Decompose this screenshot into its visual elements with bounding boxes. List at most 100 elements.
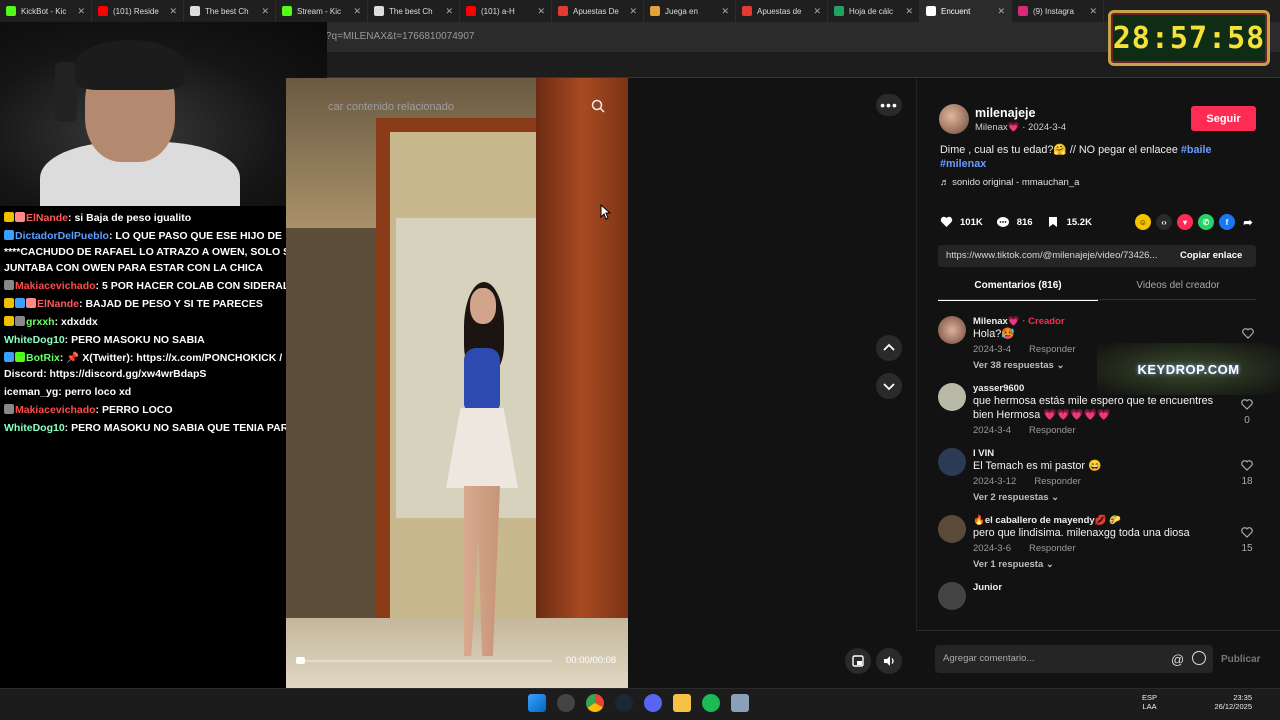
close-icon[interactable]: ✕ xyxy=(445,6,453,17)
previous-video-button[interactable] xyxy=(876,335,902,361)
browser-tab[interactable]: Apuestas De ✕ xyxy=(552,0,644,22)
close-icon[interactable]: ✕ xyxy=(813,6,821,17)
close-icon[interactable]: ✕ xyxy=(537,6,545,17)
commenter-name[interactable]: 🔥el caballero de mayendy💋 🌮 xyxy=(973,515,1121,526)
close-icon[interactable]: ✕ xyxy=(629,6,637,17)
comment-like-button[interactable]: 0 xyxy=(1240,397,1254,426)
chat-username[interactable]: iceman_yg xyxy=(4,386,58,398)
commenter-name[interactable]: I VIN xyxy=(973,448,994,459)
commenter-name[interactable]: Junior xyxy=(973,582,1002,593)
share-arrow-icon[interactable]: ➦ xyxy=(1240,214,1256,230)
browser-tab[interactable]: Hoja de cálc ✕ xyxy=(828,0,920,22)
view-replies-button[interactable]: Ver 1 respuesta ⌄ xyxy=(973,559,1234,570)
folder-icon[interactable] xyxy=(673,694,691,712)
copy-link-button[interactable]: Copiar enlace xyxy=(1180,250,1242,261)
whatsapp-icon[interactable]: ✆ xyxy=(1198,214,1214,230)
browser-tab[interactable]: Encuent ✕ xyxy=(920,0,1012,22)
repost-icon[interactable]: ☺ xyxy=(1135,214,1151,230)
browser-tab[interactable]: Stream - Kic ✕ xyxy=(276,0,368,22)
next-video-button[interactable] xyxy=(876,373,902,399)
browser-tab[interactable]: The best Ch ✕ xyxy=(184,0,276,22)
webcam-overlay xyxy=(0,22,327,206)
creator-username[interactable]: milenajeje xyxy=(975,106,1035,120)
steam-like-icon[interactable] xyxy=(557,694,575,712)
close-icon[interactable]: ✕ xyxy=(721,6,729,17)
chat-username[interactable]: ElNande xyxy=(26,212,68,224)
browser-tab[interactable]: (101) a-H ✕ xyxy=(460,0,552,22)
pip-button[interactable] xyxy=(845,648,871,674)
close-icon[interactable]: ✕ xyxy=(997,6,1005,17)
mouse-cursor-icon xyxy=(600,204,612,220)
commenter-avatar[interactable] xyxy=(938,582,966,610)
browser-tab[interactable]: Apuestas de ✕ xyxy=(736,0,828,22)
reply-button[interactable]: Responder xyxy=(1029,344,1075,355)
discord-icon[interactable] xyxy=(644,694,662,712)
comment-like-button[interactable] xyxy=(1242,326,1254,344)
comment-like-button[interactable]: 18 xyxy=(1240,458,1254,487)
close-icon[interactable]: ✕ xyxy=(169,6,177,17)
tab-label: (9) Instagra xyxy=(1033,6,1074,16)
comment-like-button[interactable]: 15 xyxy=(1240,525,1254,554)
volume-button[interactable] xyxy=(876,648,902,674)
commenter-name[interactable]: yasser9600 xyxy=(973,383,1024,394)
send-icon[interactable]: ▾ xyxy=(1177,214,1193,230)
emoji-icon[interactable] xyxy=(1192,651,1206,665)
chat-username[interactable]: DictadorDelPueblo xyxy=(15,230,109,242)
tab-comments[interactable]: Comentarios (816) xyxy=(938,280,1098,301)
related-search-input[interactable]: car contenido relacionado xyxy=(326,96,616,118)
commenter-avatar[interactable] xyxy=(938,383,966,411)
close-icon[interactable]: ✕ xyxy=(353,6,361,17)
reply-button[interactable]: Responder xyxy=(1029,425,1075,436)
commenter-avatar[interactable] xyxy=(938,515,966,543)
clock[interactable]: 23:35 26/12/2025 xyxy=(1208,693,1252,711)
chat-username[interactable]: BotRix xyxy=(26,352,60,364)
sound-link[interactable]: ♬ sonido original - mmauchan_a xyxy=(940,177,1079,188)
chat-username[interactable]: ElNande xyxy=(37,298,79,310)
save-button[interactable]: 15.2K xyxy=(1045,214,1092,230)
video-player[interactable] xyxy=(286,78,628,688)
chat-username[interactable]: WhiteDog10 xyxy=(4,422,65,434)
chat-username[interactable]: grxxh xyxy=(26,316,55,328)
commenter-name[interactable]: Milenax💗 xyxy=(973,316,1020,327)
close-icon[interactable]: ✕ xyxy=(77,6,85,17)
commenter-avatar[interactable] xyxy=(938,448,966,476)
browser-tab[interactable]: (9) Instagra ✕ xyxy=(1012,0,1104,22)
more-options-button[interactable]: ••• xyxy=(876,94,902,116)
facebook-icon[interactable]: f xyxy=(1219,214,1235,230)
chrome-icon[interactable] xyxy=(586,694,604,712)
post-link[interactable]: https://www.tiktok.com/@milenajeje/video… xyxy=(946,250,1174,261)
browser-tab[interactable]: (101) Reside ✕ xyxy=(92,0,184,22)
like-button[interactable]: 101K xyxy=(938,214,983,230)
close-icon[interactable]: ✕ xyxy=(1089,6,1097,17)
embed-icon[interactable]: ‹› xyxy=(1156,214,1172,230)
close-icon[interactable]: ✕ xyxy=(261,6,269,17)
commenter-avatar[interactable] xyxy=(938,316,966,344)
input-language[interactable]: ESP LAA xyxy=(1142,693,1157,711)
browser-tab[interactable]: The best Ch ✕ xyxy=(368,0,460,22)
chat-username[interactable]: Makiacevichado xyxy=(15,404,96,416)
video-progress-handle[interactable] xyxy=(296,657,305,664)
comment-button[interactable]: 816 xyxy=(995,214,1033,230)
url-text[interactable]: ?q=MILENAX&t=1766810074907 xyxy=(326,31,474,42)
reply-button[interactable]: Responder xyxy=(1034,476,1080,487)
browser-tab[interactable]: KickBot - Kic ✕ xyxy=(0,0,92,22)
creator-avatar[interactable] xyxy=(939,104,969,134)
hashtag-link[interactable]: #milenax xyxy=(940,158,986,170)
video-progress-bar[interactable] xyxy=(296,660,552,662)
steam-icon[interactable] xyxy=(615,694,633,712)
reply-button[interactable]: Responder xyxy=(1029,543,1075,554)
search-icon[interactable] xyxy=(591,99,605,113)
hashtag-link[interactable]: #baile xyxy=(1181,144,1212,156)
chat-username[interactable]: Makiacevichado xyxy=(15,280,96,292)
calculator-icon[interactable] xyxy=(731,694,749,712)
mention-icon[interactable]: @ xyxy=(1171,652,1184,667)
close-icon[interactable]: ✕ xyxy=(905,6,913,17)
spotify-icon[interactable] xyxy=(702,694,720,712)
publish-button[interactable]: Publicar xyxy=(1221,654,1260,665)
browser-tab[interactable]: Juega en ✕ xyxy=(644,0,736,22)
view-replies-button[interactable]: Ver 2 respuestas ⌄ xyxy=(973,492,1234,503)
follow-button[interactable]: Seguir xyxy=(1191,106,1256,131)
tab-creator-videos[interactable]: Videos del creador xyxy=(1100,280,1256,291)
windows-start-icon[interactable] xyxy=(528,694,546,712)
chat-username[interactable]: WhiteDog10 xyxy=(4,334,65,346)
